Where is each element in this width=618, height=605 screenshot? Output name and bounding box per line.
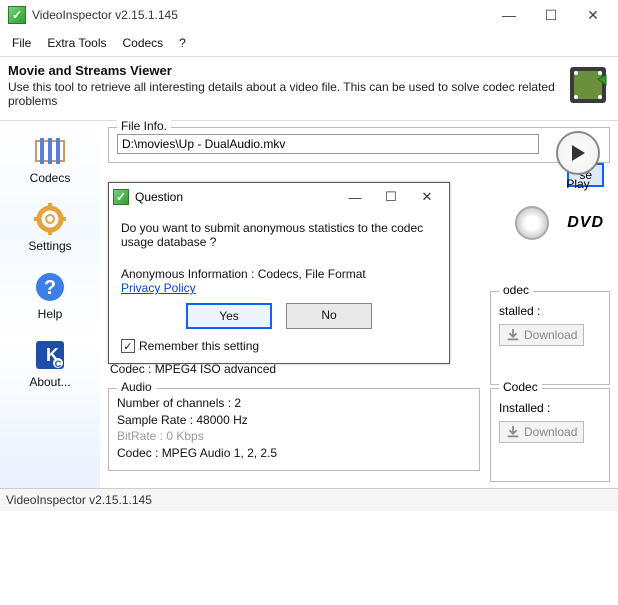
download-icon	[506, 328, 520, 342]
sidebar-label: About...	[29, 375, 70, 389]
download-codec-button[interactable]: Download	[499, 421, 584, 443]
audio-codec: Codec : MPEG Audio 1, 2, 2.5	[117, 445, 471, 462]
yes-button[interactable]: Yes	[186, 303, 272, 329]
page-description: Use this tool to retrieve all interestin…	[8, 80, 566, 108]
menu-bar: File Extra Tools Codecs ?	[0, 30, 618, 57]
page-header: Movie and Streams Viewer Use this tool t…	[0, 57, 618, 121]
help-icon: ?	[32, 269, 68, 305]
sidebar-item-about[interactable]: KC About...	[29, 333, 70, 393]
about-icon: KC	[32, 337, 68, 373]
window-title: VideoInspector v2.15.1.145	[32, 8, 488, 22]
dialog-info: Anonymous Information : Codecs, File For…	[121, 267, 366, 281]
minimize-button[interactable]: —	[488, 0, 530, 30]
dialog-title: Question	[135, 190, 337, 204]
file-info-legend: File Info.	[117, 119, 171, 133]
download-codec-button[interactable]: Download	[499, 324, 584, 346]
sidebar-label: Codecs	[30, 171, 71, 185]
svg-text:C: C	[55, 359, 62, 369]
header-film-icon	[566, 63, 610, 112]
remember-checkbox[interactable]: ✓	[121, 339, 135, 353]
download-label: Download	[524, 328, 577, 342]
sidebar-label: Help	[38, 307, 63, 321]
burn-disc-button[interactable]	[515, 206, 549, 240]
dvd-button[interactable]: DVD	[567, 214, 604, 232]
remember-label: Remember this setting	[139, 339, 259, 353]
codec-legend: odec	[499, 283, 533, 297]
window-titlebar: ✓ VideoInspector v2.15.1.145 — ☐ ✕	[0, 0, 618, 30]
audio-sample-rate: Sample Rate : 48000 Hz	[117, 412, 471, 429]
svg-text:?: ?	[44, 277, 56, 299]
audio-channels: Number of channels : 2	[117, 395, 471, 412]
play-label: Play	[566, 177, 589, 191]
no-button[interactable]: No	[286, 303, 372, 329]
status-bar: VideoInspector v2.15.1.145	[0, 488, 618, 511]
dialog-close-button[interactable]: ✕	[409, 185, 445, 209]
download-label: Download	[524, 425, 577, 439]
question-dialog: ✓ Question — ☐ ✕ Do you want to submit a…	[108, 182, 450, 364]
menu-help[interactable]: ?	[171, 32, 194, 54]
codecs-icon	[32, 133, 68, 169]
dialog-titlebar[interactable]: ✓ Question — ☐ ✕	[109, 183, 449, 211]
maximize-button[interactable]: ☐	[530, 0, 572, 30]
audio-legend: Audio	[117, 380, 156, 394]
sidebar-item-help[interactable]: ? Help	[32, 265, 68, 325]
close-button[interactable]: ✕	[572, 0, 614, 30]
dialog-message: Do you want to submit anonymous statisti…	[121, 221, 437, 249]
menu-codecs[interactable]: Codecs	[114, 32, 171, 54]
audio-codec-panel: Codec Installed : Download	[490, 388, 610, 482]
download-icon	[506, 425, 520, 439]
menu-file[interactable]: File	[4, 32, 39, 54]
file-info-group: File Info.	[108, 127, 610, 163]
dialog-minimize-button[interactable]: —	[337, 185, 373, 209]
sidebar-item-settings[interactable]: Settings	[28, 197, 71, 257]
codec-legend: Codec	[499, 380, 542, 394]
page-title: Movie and Streams Viewer	[8, 63, 566, 78]
sidebar: Codecs Settings ? Help KC About...	[0, 121, 100, 488]
play-button[interactable]	[556, 131, 600, 175]
sidebar-item-codecs[interactable]: Codecs	[30, 129, 71, 189]
privacy-policy-link[interactable]: Privacy Policy	[121, 281, 196, 295]
gear-icon	[32, 201, 68, 237]
app-icon: ✓	[113, 189, 129, 205]
audio-group: Audio Number of channels : 2 Sample Rate…	[108, 388, 480, 471]
codec-status: stalled :	[499, 304, 601, 318]
file-path-input[interactable]	[117, 134, 539, 154]
sidebar-label: Settings	[28, 239, 71, 253]
app-icon: ✓	[8, 6, 26, 24]
codec-status: Installed :	[499, 401, 601, 415]
play-icon	[569, 144, 587, 162]
video-codec-panel: odec stalled : Download	[490, 291, 610, 385]
dialog-maximize-button[interactable]: ☐	[373, 185, 409, 209]
menu-extra-tools[interactable]: Extra Tools	[39, 32, 114, 54]
audio-bitrate: BitRate : 0 Kbps	[117, 428, 471, 445]
